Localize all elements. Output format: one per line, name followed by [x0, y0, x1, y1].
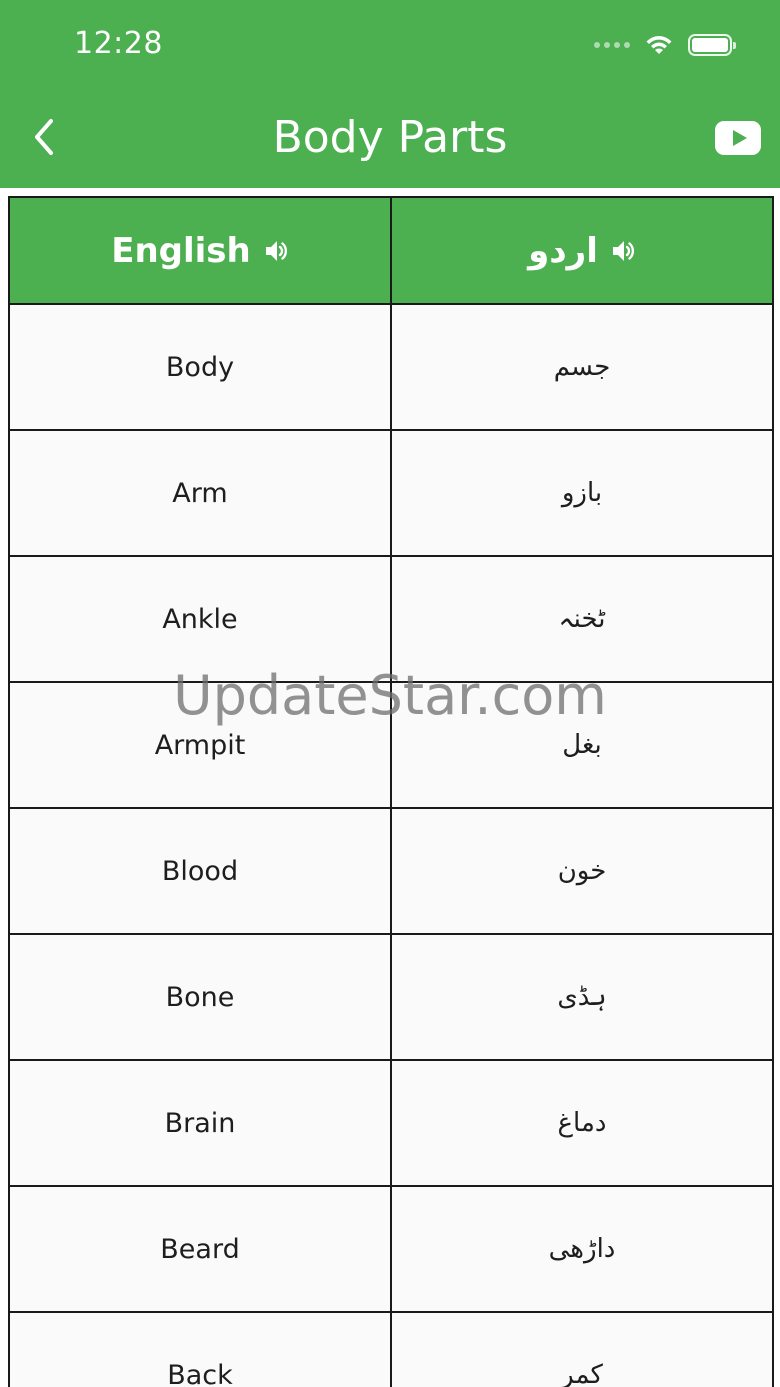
english-word-cell[interactable]: Ankle [8, 555, 392, 683]
table-row: Beard داڑھی [8, 1185, 774, 1313]
urdu-word-cell[interactable]: دماغ [390, 1059, 774, 1187]
table-row: Blood خون [8, 807, 774, 935]
english-word-cell[interactable]: Armpit [8, 681, 392, 809]
urdu-word-cell[interactable]: ٹخنہ [390, 555, 774, 683]
table-row: Bone ہڈی [8, 933, 774, 1061]
urdu-word-cell[interactable]: بازو [390, 429, 774, 557]
chevron-left-icon [35, 119, 53, 155]
back-button[interactable] [22, 108, 66, 166]
table-row: Back کمر [8, 1311, 774, 1387]
english-word-cell[interactable]: Blood [8, 807, 392, 935]
vocabulary-table: English اردو Body جسم Arm بازو Ankle ٹخن… [8, 196, 774, 1387]
english-header-label: English [111, 230, 251, 271]
battery-icon [688, 34, 736, 56]
speaker-icon [265, 240, 287, 261]
table-row: Brain دماغ [8, 1059, 774, 1187]
english-word-cell[interactable]: Beard [8, 1185, 392, 1313]
app-screen: 12:28 Body Parts English اردو Body جسم A… [0, 0, 780, 1387]
urdu-header-label: اردو [528, 230, 598, 271]
table-row: Ankle ٹخنہ [8, 555, 774, 683]
table-row: Arm بازو [8, 429, 774, 557]
signal-icon [594, 42, 630, 48]
table-header-row: English اردو [8, 196, 774, 305]
urdu-column-header[interactable]: اردو [390, 196, 774, 305]
urdu-word-cell[interactable]: خون [390, 807, 774, 935]
english-word-cell[interactable]: Body [8, 303, 392, 431]
status-time: 12:28 [74, 26, 163, 61]
youtube-play-icon [715, 121, 761, 155]
page-title: Body Parts [272, 112, 508, 163]
urdu-word-cell[interactable]: داڑھی [390, 1185, 774, 1313]
table-row: Body جسم [8, 303, 774, 431]
english-word-cell[interactable]: Bone [8, 933, 392, 1061]
wifi-icon [646, 36, 672, 54]
urdu-word-cell[interactable]: جسم [390, 303, 774, 431]
urdu-word-cell[interactable]: بغل [390, 681, 774, 809]
english-word-cell[interactable]: Brain [8, 1059, 392, 1187]
status-icons [594, 30, 736, 60]
urdu-word-cell[interactable]: ہڈی [390, 933, 774, 1061]
urdu-word-cell[interactable]: کمر [390, 1311, 774, 1387]
english-word-cell[interactable]: Back [8, 1311, 392, 1387]
english-column-header[interactable]: English [8, 196, 392, 305]
table-row: Armpit بغل [8, 681, 774, 809]
speaker-icon [612, 240, 634, 261]
app-bar: 12:28 Body Parts [0, 0, 780, 188]
english-word-cell[interactable]: Arm [8, 429, 392, 557]
video-button[interactable] [714, 120, 762, 156]
